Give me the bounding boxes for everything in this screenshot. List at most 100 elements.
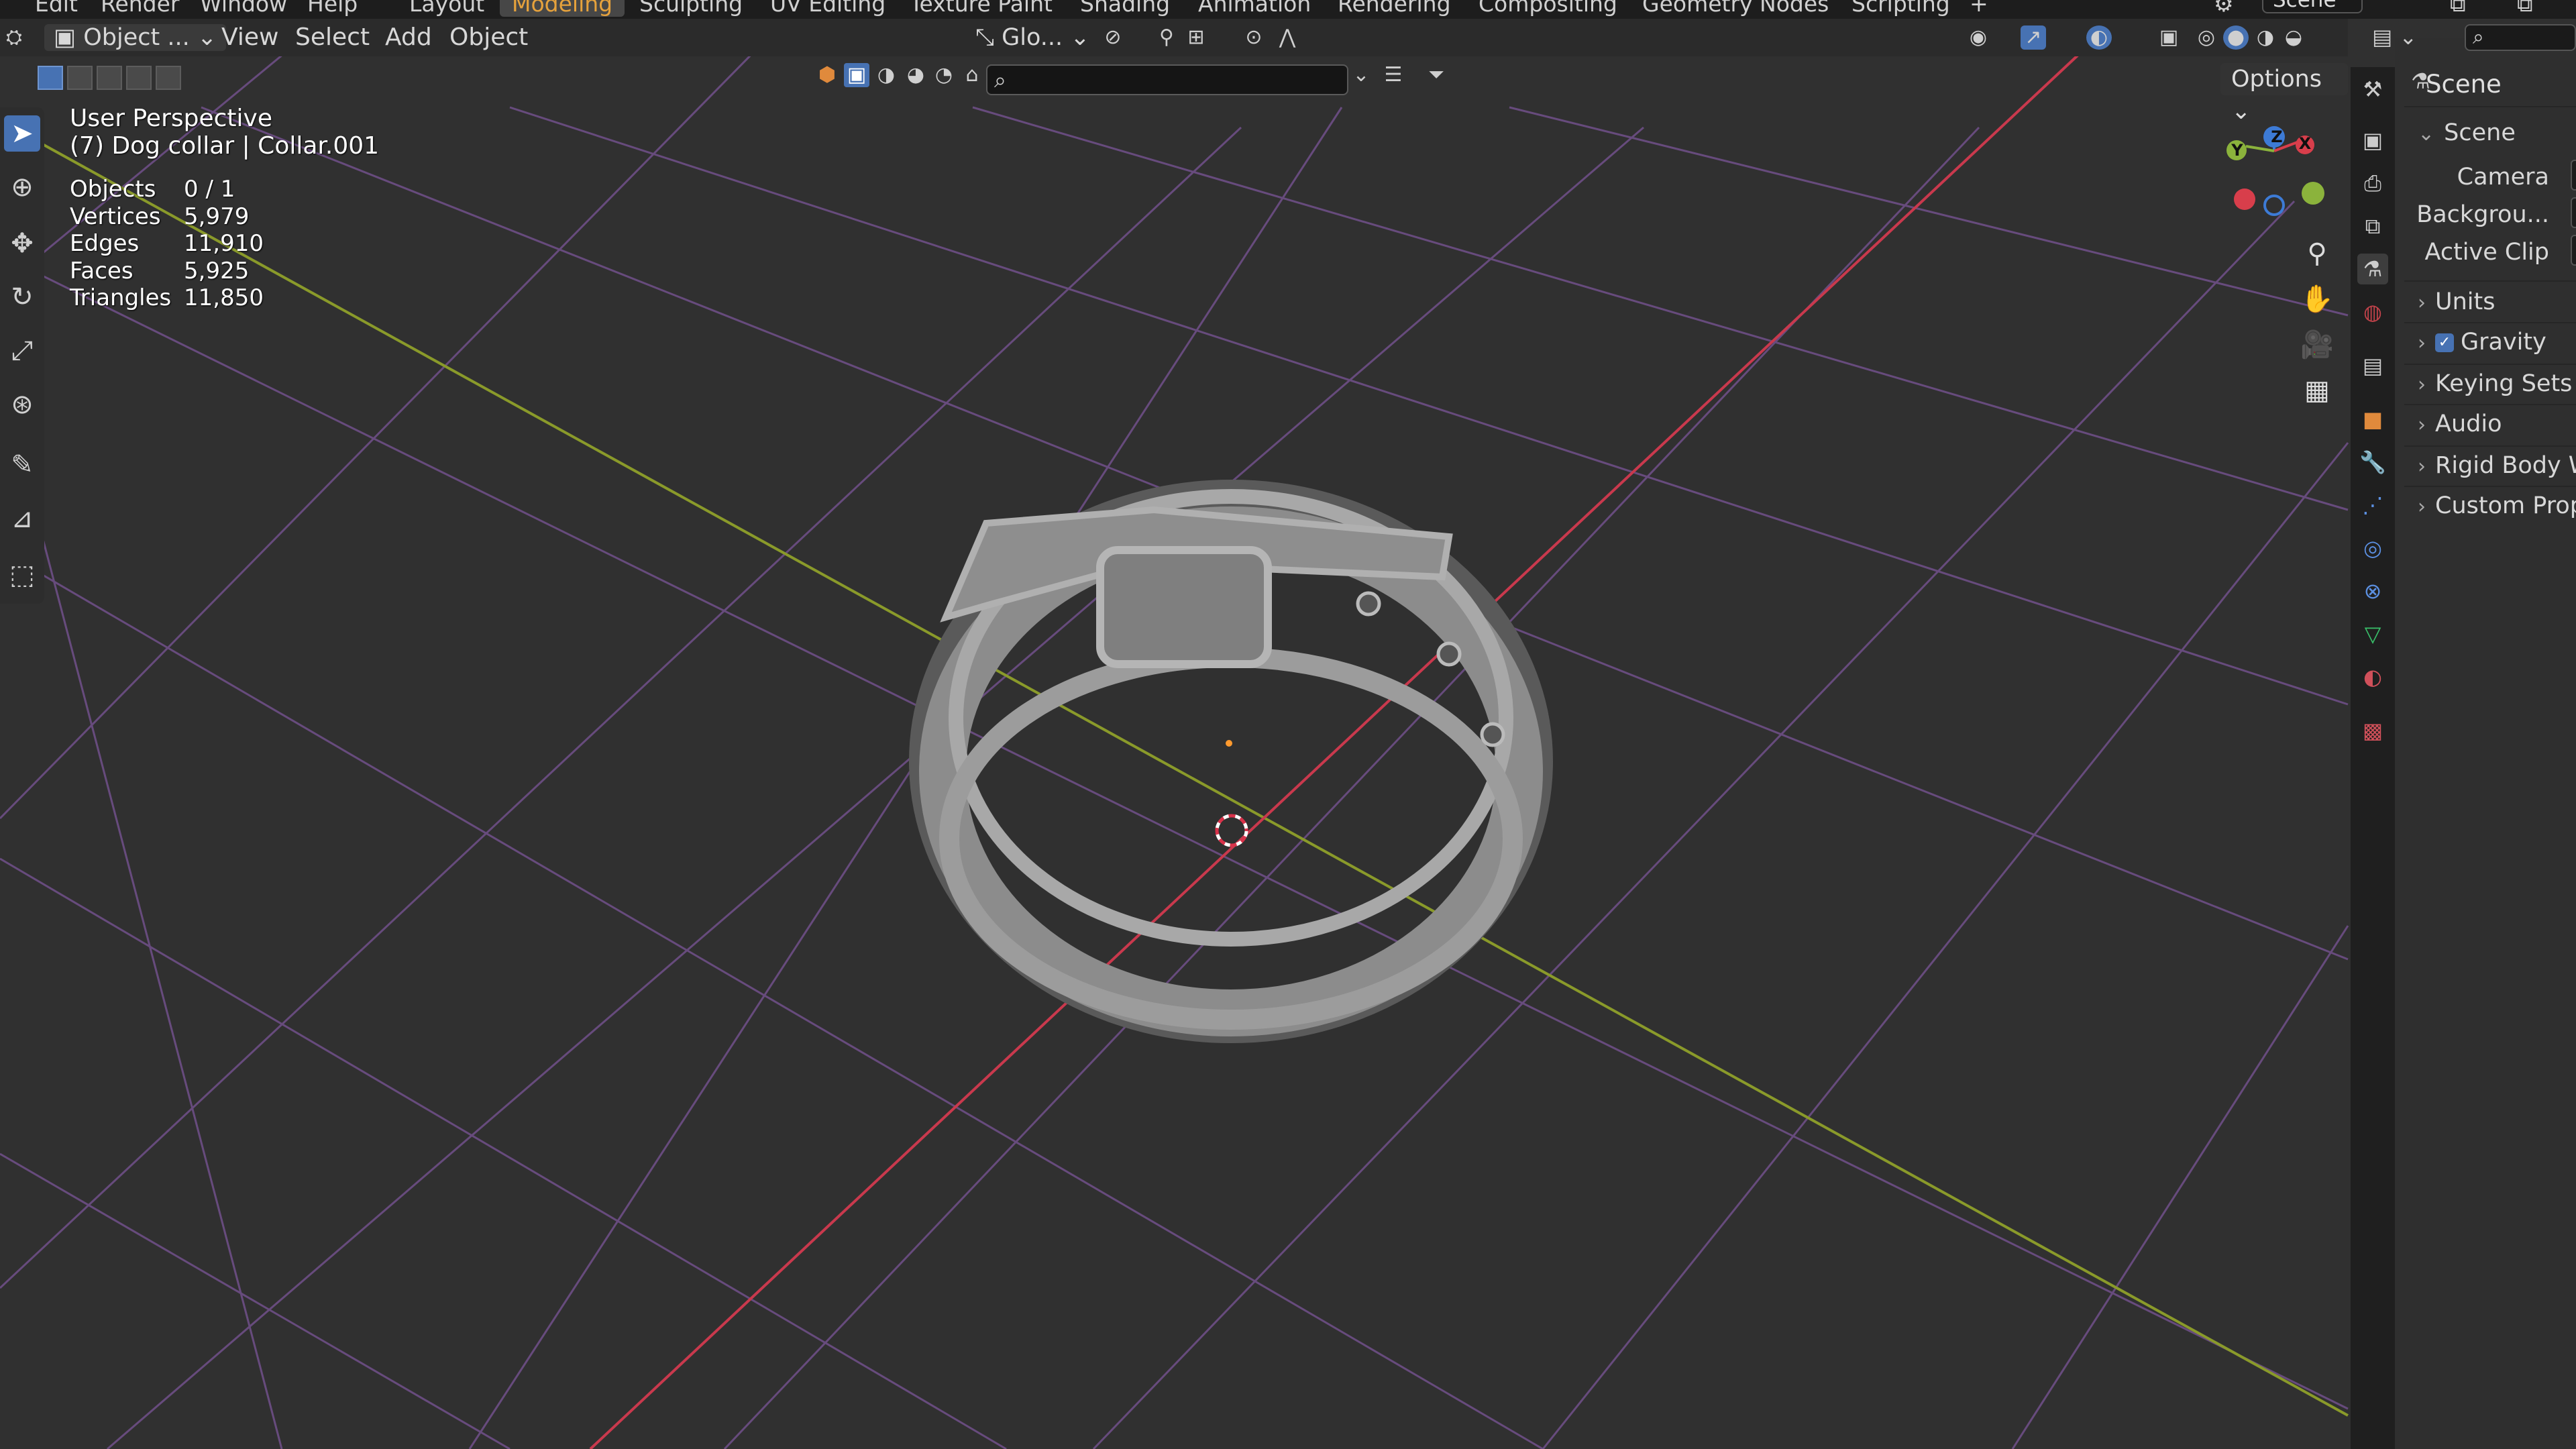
editor-type-icon[interactable]: ⛭ bbox=[1, 25, 27, 50]
menu-help[interactable]: Help bbox=[307, 0, 358, 17]
filter-mesh-icon[interactable]: ▣ bbox=[844, 63, 869, 87]
falloff-icon[interactable]: ⋀ bbox=[1275, 25, 1300, 50]
select-invert-mode[interactable] bbox=[126, 66, 152, 90]
world-tab-icon[interactable]: ◍ bbox=[2357, 297, 2388, 327]
add-cube-icon[interactable]: ⬚ bbox=[4, 557, 40, 593]
particles-tab-icon[interactable]: ⋰ bbox=[2357, 490, 2388, 521]
filter-light-icon[interactable]: ◕ bbox=[903, 63, 928, 87]
audio-panel[interactable]: › Audio bbox=[2418, 411, 2502, 437]
rigid-body-world-panel[interactable]: ›Rigid Body W bbox=[2418, 452, 2576, 479]
annotate-icon[interactable]: ✎ bbox=[4, 447, 40, 483]
object-tab-icon[interactable]: ■ bbox=[2357, 404, 2388, 435]
snap-target-icon[interactable]: ⊞ bbox=[1183, 25, 1209, 50]
proportional-editing-icon[interactable]: ⊙ bbox=[1241, 25, 1267, 50]
move-icon[interactable]: ✥ bbox=[4, 225, 40, 262]
scene-name-field[interactable]: Scene bbox=[2262, 0, 2363, 13]
data-tab-icon[interactable]: ▽ bbox=[2357, 619, 2388, 649]
units-panel[interactable]: › Units bbox=[2418, 288, 2495, 315]
menu-render[interactable]: Render bbox=[101, 0, 179, 17]
interaction-mode-dropdown[interactable]: ▣ Object ... ⌄ bbox=[44, 24, 227, 51]
menu-object[interactable]: Object bbox=[449, 24, 528, 51]
transform-orientation-dropdown[interactable]: ⤡ Glo... ⌄ bbox=[966, 24, 1099, 51]
select-new-mode[interactable] bbox=[38, 66, 63, 90]
scene-panel-header[interactable]: ⌄ Scene bbox=[2418, 119, 2516, 146]
tab-rendering[interactable]: Rendering bbox=[1326, 0, 1463, 17]
options-dropdown[interactable]: Options ⌄ bbox=[2220, 63, 2348, 125]
viewport-canvas[interactable] bbox=[0, 0, 2576, 1449]
properties-search-input[interactable]: ⌕ bbox=[2465, 24, 2576, 51]
keying-sets-panel[interactable]: › Keying Sets bbox=[2418, 370, 2572, 397]
wireframe-shading-icon[interactable]: ◎ bbox=[2194, 25, 2219, 50]
camera-icon[interactable]: 🎥 bbox=[2297, 325, 2337, 365]
chevron-right-icon: › bbox=[2418, 455, 2426, 478]
visibility-icon[interactable]: ◉ bbox=[1966, 25, 1991, 50]
custom-properties-panel[interactable]: › Custom Prop bbox=[2418, 492, 2576, 519]
camera-field[interactable] bbox=[2571, 160, 2576, 191]
zoom-icon[interactable]: ⚲ bbox=[2297, 233, 2337, 274]
object-types-icon[interactable]: ⬢ bbox=[814, 63, 840, 87]
tab-sculpting[interactable]: Sculpting bbox=[627, 0, 755, 17]
gravity-checkbox[interactable]: ✓ bbox=[2435, 333, 2454, 352]
tab-compositing[interactable]: Compositing bbox=[1466, 0, 1629, 17]
material-shading-icon[interactable]: ◑ bbox=[2253, 25, 2278, 50]
texture-tab-icon[interactable]: ▩ bbox=[2357, 715, 2388, 746]
material-tab-icon[interactable]: ◐ bbox=[2357, 661, 2388, 692]
render-tab-icon[interactable]: ▣ bbox=[2357, 125, 2388, 156]
viewport-search-input[interactable]: ⌕ bbox=[986, 64, 1348, 95]
search-icon: ⌕ bbox=[2473, 25, 2484, 49]
select-intersect-mode[interactable] bbox=[156, 66, 181, 90]
add-workspace-button[interactable]: + bbox=[1970, 0, 1988, 17]
tab-shading[interactable]: Shading bbox=[1068, 0, 1182, 17]
menu-view[interactable]: View bbox=[221, 24, 278, 51]
menu-window[interactable]: Window bbox=[200, 0, 287, 17]
grid-view-icon[interactable]: ▦ bbox=[2297, 370, 2337, 411]
background-field[interactable] bbox=[2571, 197, 2576, 228]
modifier-tab-icon[interactable]: 🔧 bbox=[2357, 447, 2388, 478]
output-tab-icon[interactable]: ⎙ bbox=[2357, 168, 2388, 199]
menu-select[interactable]: Select bbox=[295, 24, 370, 51]
gravity-panel[interactable]: › ✓ Gravity bbox=[2418, 329, 2546, 356]
tab-modeling[interactable]: Modeling bbox=[500, 0, 625, 17]
tool-tab-icon[interactable]: ⚒ bbox=[2357, 74, 2388, 105]
view-layer-icon[interactable]: ⧉ bbox=[2517, 0, 2533, 17]
menu-add[interactable]: Add bbox=[385, 24, 432, 51]
overlays-icon[interactable]: ◐ bbox=[2086, 25, 2112, 50]
select-subtract-mode[interactable] bbox=[97, 66, 122, 90]
measure-icon[interactable]: ⊿ bbox=[4, 500, 40, 537]
scene-tab-icon[interactable]: ⚗ bbox=[2357, 254, 2388, 284]
menu-edit[interactable]: Edit bbox=[35, 0, 78, 17]
tab-scripting[interactable]: Scripting bbox=[1839, 0, 1962, 17]
scale-icon[interactable]: ⤢ bbox=[4, 333, 40, 369]
sort-icon[interactable]: ☰ bbox=[1381, 63, 1406, 87]
tab-animation[interactable]: Animation bbox=[1186, 0, 1323, 17]
filter-camera-icon[interactable]: ◔ bbox=[931, 63, 957, 87]
hand-pan-icon[interactable]: ✋ bbox=[2297, 279, 2337, 319]
constraints-tab-icon[interactable]: ⊗ bbox=[2357, 576, 2388, 606]
tab-layout[interactable]: Layout bbox=[397, 0, 496, 17]
rendered-shading-icon[interactable]: ◒ bbox=[2281, 25, 2306, 50]
cursor-icon[interactable]: ⊕ bbox=[4, 169, 40, 205]
filter-other-icon[interactable]: ⌂ bbox=[959, 63, 985, 87]
solid-shading-icon[interactable]: ● bbox=[2223, 25, 2249, 50]
view-layer-tab-icon[interactable]: ⧉ bbox=[2357, 211, 2388, 241]
collection-tab-icon[interactable]: ▤ bbox=[2357, 350, 2388, 381]
select-extend-mode[interactable] bbox=[67, 66, 93, 90]
snap-icon[interactable]: ⚲ bbox=[1154, 25, 1179, 50]
rotate-icon[interactable]: ↻ bbox=[4, 279, 40, 315]
gizmo-toggle-icon[interactable]: ↗ bbox=[2021, 25, 2046, 50]
tab-uv-editing[interactable]: UV Editing bbox=[758, 0, 898, 17]
select-box-tool[interactable]: ➤ bbox=[4, 115, 40, 152]
tab-texture-paint[interactable]: Texture Paint bbox=[898, 0, 1065, 17]
filter-icon[interactable]: ⏷ bbox=[1424, 63, 1449, 87]
tab-geometry-nodes[interactable]: Geometry Nodes bbox=[1630, 0, 1841, 17]
active-clip-field[interactable] bbox=[2571, 235, 2576, 266]
pivot-point-icon[interactable]: ⊘ bbox=[1100, 25, 1126, 50]
scene-selector-icon[interactable]: ⚙ bbox=[2214, 0, 2234, 17]
physics-tab-icon[interactable]: ◎ bbox=[2357, 533, 2388, 564]
new-scene-icon[interactable]: ⧉ bbox=[2450, 0, 2466, 17]
xray-icon[interactable]: ▣ bbox=[2156, 25, 2182, 50]
filter-sphere-icon[interactable]: ◑ bbox=[873, 63, 899, 87]
transform-icon[interactable]: ⊛ bbox=[4, 386, 40, 423]
search-options-icon[interactable]: ⌄ bbox=[1348, 63, 1374, 87]
editor-type-icon[interactable]: ▤ ⌄ bbox=[2372, 24, 2417, 50]
